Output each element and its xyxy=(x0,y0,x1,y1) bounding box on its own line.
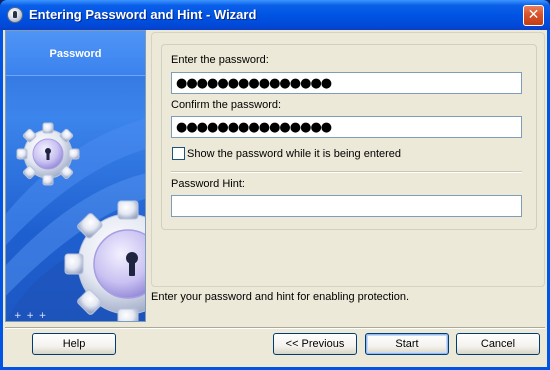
group-divider xyxy=(171,171,522,173)
sidebar-dots: + + + xyxy=(14,311,48,321)
button-separator xyxy=(5,327,545,329)
password-hint-input[interactable] xyxy=(171,195,522,217)
sidebar-title: Password xyxy=(49,48,102,60)
show-password-checkbox[interactable] xyxy=(172,147,185,160)
password-hint-label: Password Hint: xyxy=(171,178,245,190)
confirm-password-input[interactable]: ●●●●●●●●●●●●●●● xyxy=(171,116,522,138)
window-title: Entering Password and Hint - Wizard xyxy=(29,7,257,22)
title-bar[interactable]: Entering Password and Hint - Wizard ✕ xyxy=(0,0,550,30)
close-icon: ✕ xyxy=(527,7,540,23)
confirm-password-label: Confirm the password: xyxy=(171,99,282,111)
help-button[interactable]: Help xyxy=(32,333,116,355)
wizard-sidebar: Password + + + xyxy=(5,30,146,322)
cancel-button[interactable]: Cancel xyxy=(456,333,540,355)
start-button[interactable]: Start xyxy=(365,333,449,355)
previous-button[interactable]: << Previous xyxy=(273,333,357,355)
sidebar-illustration xyxy=(6,118,145,321)
gear-lock-icon xyxy=(16,122,80,186)
close-button[interactable]: ✕ xyxy=(523,5,544,26)
app-lock-icon xyxy=(7,7,23,23)
password-input[interactable]: ●●●●●●●●●●●●●●● xyxy=(171,72,522,94)
show-password-label[interactable]: Show the password while it is being ente… xyxy=(187,148,401,160)
wizard-client-area: Password + + + Enter the password: ●●●●●… xyxy=(3,30,547,367)
sidebar-header: Password xyxy=(6,31,145,76)
password-label: Enter the password: xyxy=(171,54,269,66)
status-text: Enter your password and hint for enablin… xyxy=(151,291,410,303)
wizard-window: Entering Password and Hint - Wizard ✕ Pa… xyxy=(0,0,550,370)
